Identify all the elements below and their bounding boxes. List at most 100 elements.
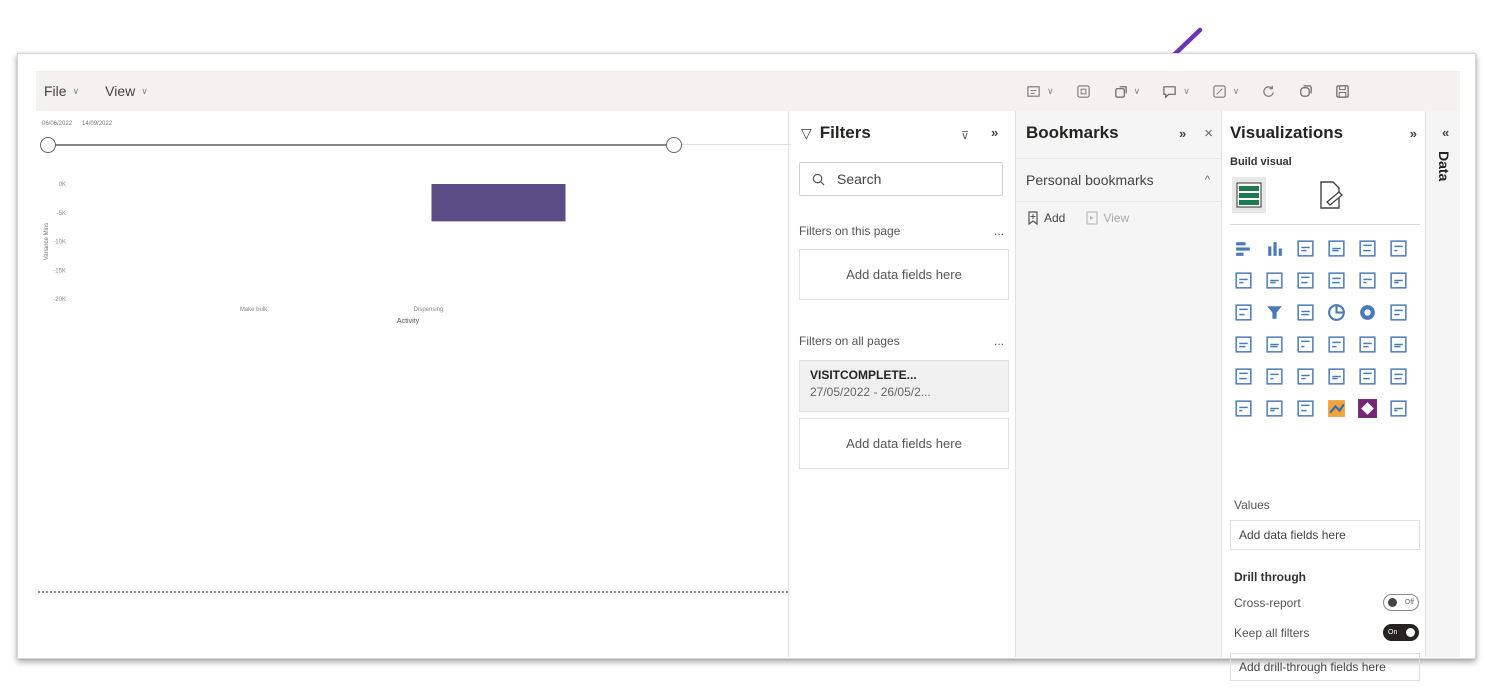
filters-this-page-header: Filters on this page ...	[799, 224, 1004, 238]
more-options-button[interactable]: ...	[994, 224, 1004, 238]
decomposition-tree-icon[interactable]	[1356, 365, 1379, 388]
data-pane-collapsed[interactable]: « Data	[1425, 111, 1460, 657]
close-icon[interactable]: ×	[1204, 125, 1213, 142]
filled-map-icon[interactable]	[1263, 333, 1286, 356]
cross-report-row: Cross-report Off	[1234, 594, 1419, 611]
line-stacked-column-icon[interactable]	[1325, 269, 1348, 292]
power-apps-icon[interactable]	[1356, 397, 1379, 420]
x-tick-label: Make bulk	[240, 307, 268, 313]
waterfall-icon[interactable]	[1232, 301, 1255, 324]
cross-report-toggle[interactable]: Off	[1383, 594, 1419, 611]
build-visual-label: Build visual	[1230, 156, 1292, 168]
card-icon[interactable]	[1325, 333, 1348, 356]
view-menu[interactable]: View ∨	[105, 83, 148, 99]
data-pane-expand-button[interactable]: «	[1442, 125, 1449, 140]
y-axis-label: Variance Mins	[44, 223, 50, 261]
add-bookmark-button[interactable]: Add	[1026, 211, 1065, 225]
comment-button[interactable]: ∨	[1162, 84, 1190, 99]
stacked-bar-icon[interactable]	[1232, 237, 1255, 260]
azure-map-icon[interactable]	[1325, 397, 1348, 420]
y-tick-label: -10K	[53, 240, 66, 246]
filters-search-input[interactable]: Search	[799, 162, 1003, 196]
view-bookmark-button[interactable]: View	[1085, 211, 1129, 225]
mobile-layout-button[interactable]	[1076, 84, 1091, 99]
refresh-button[interactable]	[1261, 84, 1276, 99]
build-visual-tab[interactable]	[1232, 177, 1266, 213]
clustered-column-icon[interactable]	[1325, 237, 1348, 260]
reading-view-button[interactable]: ∨	[1026, 84, 1054, 99]
line-chart-icon[interactable]	[1232, 269, 1255, 292]
save-button[interactable]	[1335, 84, 1350, 99]
map-icon[interactable]	[1232, 333, 1255, 356]
r-visual-icon[interactable]	[1325, 365, 1348, 388]
line-clustered-column-icon[interactable]	[1356, 269, 1379, 292]
drill-through-dropzone[interactable]: Add drill-through fields here	[1230, 653, 1420, 681]
y-tick-label: -15K	[53, 268, 66, 274]
variance-bar-chart[interactable]: 0K -5K -10K -15K -20K Variance Mins Make bulk D…	[36, 169, 788, 339]
bookmarks-title: Bookmarks	[1026, 123, 1119, 142]
share-icon	[1114, 85, 1127, 98]
filters-expand-button[interactable]: »	[991, 125, 998, 140]
visualizations-expand-button[interactable]: »	[1410, 126, 1417, 141]
filters-this-page-dropzone[interactable]: Add data fields here	[799, 249, 1009, 300]
power-automate-icon[interactable]	[1387, 397, 1410, 420]
matrix-icon[interactable]	[1294, 365, 1317, 388]
keep-all-filters-toggle[interactable]: On	[1383, 624, 1419, 641]
slicer-start-date: 06/06/2022	[42, 121, 73, 127]
filter-visibility-icon[interactable]: ⊽	[961, 129, 969, 142]
y-tick-label: -20K	[53, 297, 66, 303]
stacked-area-icon[interactable]	[1294, 269, 1317, 292]
table-icon[interactable]	[1263, 365, 1286, 388]
qa-icon[interactable]	[1387, 365, 1410, 388]
filter-card-visitcomplete[interactable]: VISITCOMPLETE... 27/05/2022 - 26/05/2...	[799, 360, 1009, 412]
donut-chart-icon[interactable]	[1356, 301, 1379, 324]
paginated-report-icon[interactable]	[1294, 397, 1317, 420]
bar-dispensing	[431, 184, 566, 222]
stacked-column-icon[interactable]	[1263, 237, 1286, 260]
clustered-bar-icon[interactable]	[1294, 237, 1317, 260]
bookmarks-pane: Bookmarks » × Personal bookmarks ^ Add V…	[1015, 111, 1222, 657]
kpi-icon[interactable]	[1387, 333, 1410, 356]
chevron-down-icon: ∨	[1133, 85, 1141, 96]
100-stacked-bar-icon[interactable]	[1356, 237, 1379, 260]
edit-button[interactable]: ∨	[1212, 84, 1240, 99]
personal-bookmarks-section[interactable]: Personal bookmarks ^	[1016, 158, 1222, 202]
share-button[interactable]: ∨	[1113, 84, 1141, 99]
format-visual-tab[interactable]	[1314, 177, 1348, 213]
date-slicer-track[interactable]	[48, 144, 674, 146]
date-slicer-start-handle[interactable]	[40, 137, 56, 153]
chevron-down-icon: ∨	[1047, 85, 1054, 96]
multi-row-card-icon[interactable]	[1356, 333, 1379, 356]
x-axis-label: Activity	[397, 318, 420, 325]
pie-chart-icon[interactable]	[1325, 301, 1348, 324]
scatter-icon[interactable]	[1294, 301, 1317, 324]
key-influencers-icon[interactable]	[1263, 397, 1286, 420]
copy-icon	[1300, 84, 1313, 97]
bookmarks-expand-button[interactable]: »	[1179, 126, 1186, 141]
ribbon-chart-icon[interactable]	[1387, 269, 1410, 292]
chevron-down-icon: ∨	[141, 85, 148, 96]
edit-icon	[1213, 84, 1226, 98]
filters-all-pages-header: Filters on all pages ...	[799, 334, 1004, 348]
format-paintbrush-icon	[1320, 181, 1343, 209]
chevron-down-icon: ∨	[1232, 85, 1240, 96]
visual-selection-border	[38, 591, 788, 593]
filters-all-pages-dropzone[interactable]: Add data fields here	[799, 418, 1009, 469]
gauge-icon[interactable]	[1294, 333, 1317, 356]
power-bi-window: File ∨ View ∨ ∨ ∨ ∨ ∨ 06/06/2022 14/09/2…	[17, 53, 1476, 681]
funnel-icon[interactable]	[1263, 301, 1286, 324]
more-options-button[interactable]: ...	[994, 334, 1004, 348]
treemap-icon[interactable]	[1387, 301, 1410, 324]
smart-narrative-icon[interactable]	[1232, 397, 1255, 420]
values-dropzone[interactable]: Add data fields here	[1230, 520, 1420, 550]
100-stacked-column-icon[interactable]	[1387, 237, 1410, 260]
duplicate-button[interactable]	[1298, 84, 1313, 99]
area-chart-icon[interactable]	[1263, 269, 1286, 292]
top-menu-bar: File ∨ View ∨ ∨ ∨ ∨ ∨	[36, 71, 1460, 111]
slicer-icon[interactable]	[1232, 365, 1255, 388]
date-slicer-labels: 06/06/2022 14/09/2022	[42, 121, 112, 127]
file-menu[interactable]: File ∨	[44, 83, 79, 99]
visualizations-title: Visualizations	[1230, 123, 1344, 142]
visualizations-pane: Visualizations » Build visual Values Add…	[1221, 111, 1425, 681]
date-slicer-end-handle[interactable]	[666, 137, 682, 153]
